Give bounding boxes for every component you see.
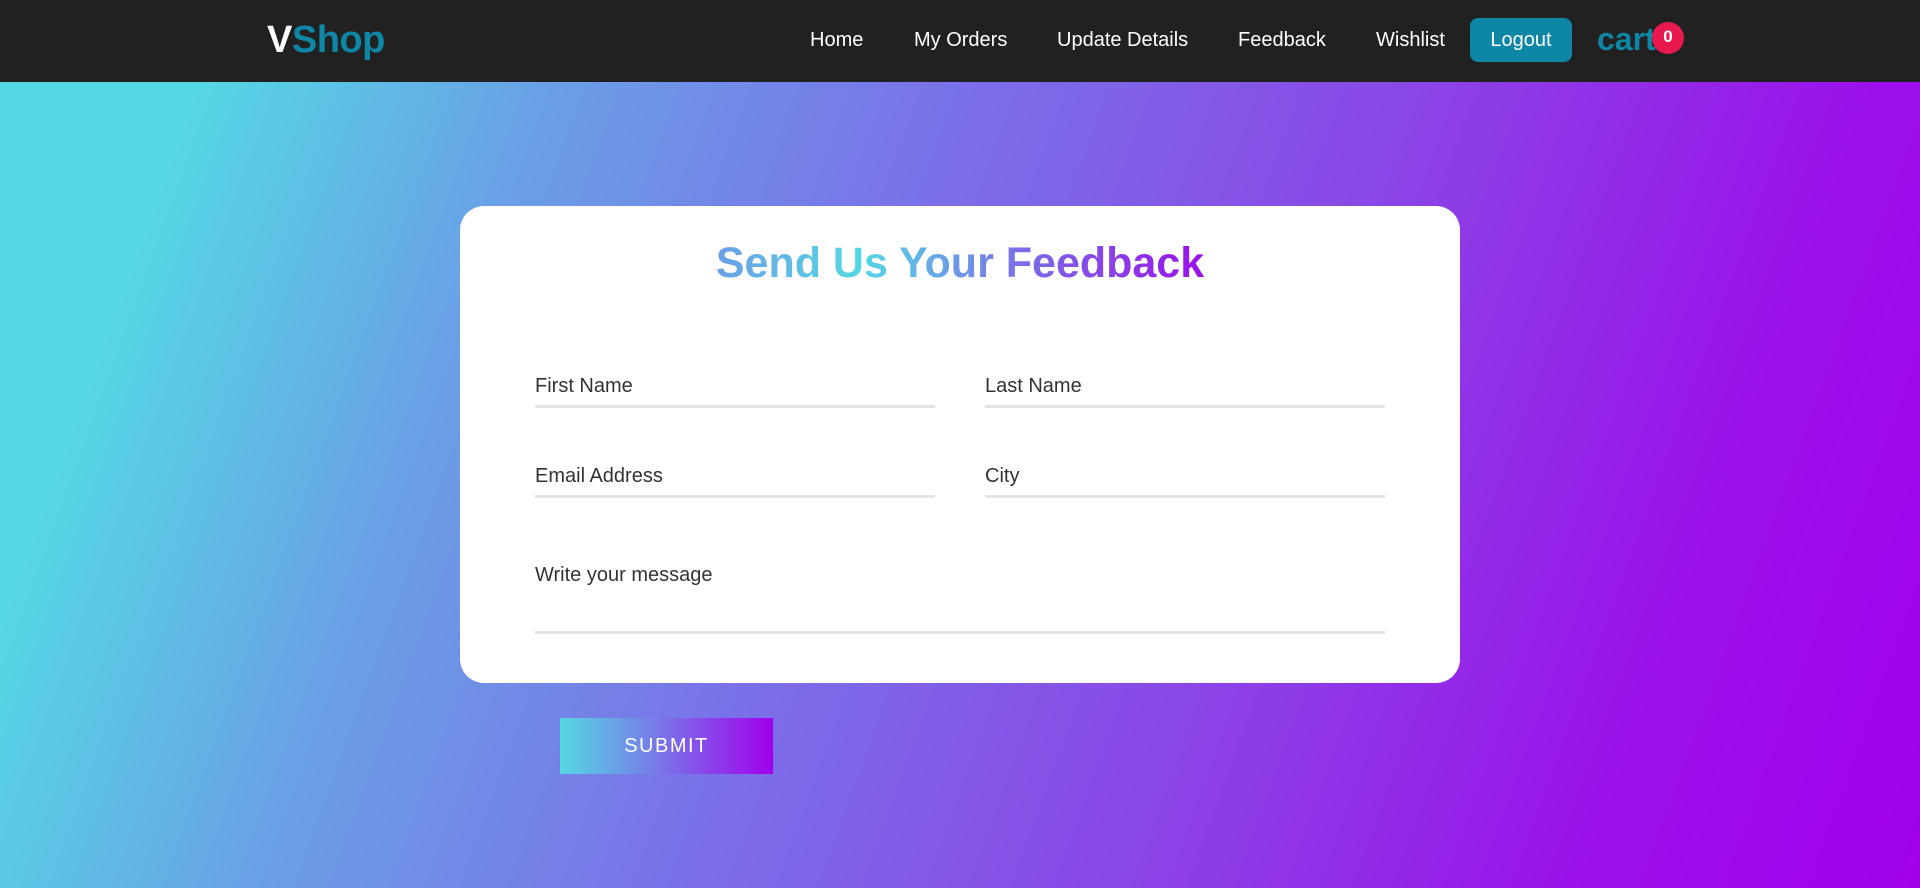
feedback-form-title: Send Us Your Feedback: [460, 236, 1460, 290]
nav-wishlist-link[interactable]: Wishlist: [1376, 28, 1445, 52]
city-input[interactable]: [985, 458, 1385, 498]
brand-logo-shop: Shop: [291, 19, 385, 61]
nav-update-details-link[interactable]: Update Details: [1057, 28, 1188, 52]
submit-button[interactable]: SUBMIT: [560, 718, 773, 774]
cart-link[interactable]: cart: [1597, 19, 1656, 59]
last-name-input[interactable]: [985, 368, 1385, 408]
brand-logo[interactable]: VShop: [267, 18, 385, 62]
nav-home-link[interactable]: Home: [810, 28, 863, 52]
nav-feedback-link[interactable]: Feedback: [1238, 28, 1326, 52]
first-name-input[interactable]: [535, 368, 935, 408]
email-input[interactable]: [535, 458, 935, 498]
brand-logo-v: V: [267, 19, 292, 61]
logout-button[interactable]: Logout: [1470, 18, 1572, 62]
feedback-form-card: Send Us Your Feedback: [460, 206, 1460, 683]
feedback-form-title-text: Send Us Your Feedback: [715, 239, 1205, 287]
navbar: VShop Home My Orders Update Details Feed…: [0, 0, 1920, 82]
nav-my-orders-link[interactable]: My Orders: [914, 28, 1007, 52]
message-textarea[interactable]: [535, 552, 1385, 634]
cart-count-badge: 0: [1652, 22, 1684, 54]
